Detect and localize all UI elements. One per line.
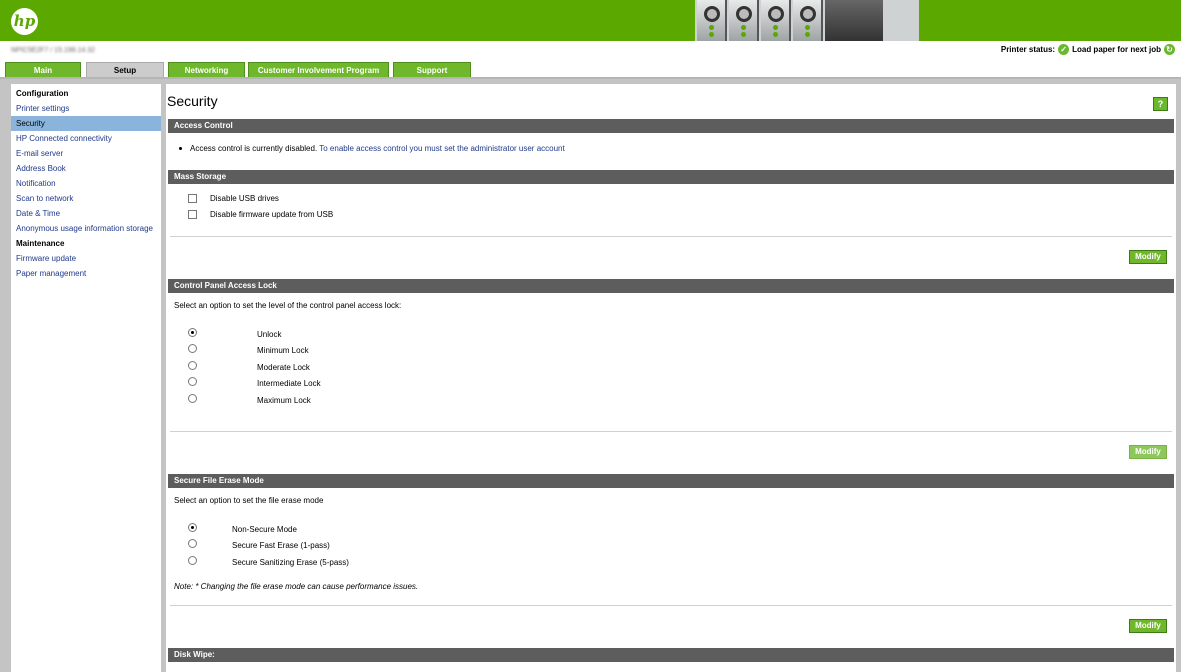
admin-account-link[interactable]: To enable access control you must set th… (319, 144, 564, 153)
sidebar-item-firmware-update[interactable]: Firmware update (11, 251, 161, 266)
radio-moderate-lock[interactable] (188, 361, 197, 370)
check-icon: ✓ (1058, 44, 1070, 55)
radio-unlock-label: Unlock (257, 330, 282, 339)
header-bar: hp (0, 0, 1181, 41)
section-panel-lock: Control Panel Access Lock (168, 279, 1174, 293)
mass-storage-modify-button[interactable]: Modify (1129, 250, 1167, 264)
disable-firmware-usb-label: Disable firmware update from USB (210, 210, 334, 219)
radio-secure-sanitizing-label: Secure Sanitizing Erase (5-pass) (232, 558, 349, 567)
refresh-icon[interactable]: ↻ (1164, 44, 1175, 55)
erase-mode-note: Note: * Changing the file erase mode can… (174, 582, 419, 591)
sidebar-item-address-book[interactable]: Address Book (11, 161, 161, 176)
sidebar-heading-configuration: Configuration (16, 89, 69, 98)
sidebar: Configuration Printer settings Security … (11, 84, 161, 672)
divider (170, 431, 1172, 432)
printer-status: Printer status: ✓ Load paper for next jo… (1001, 44, 1175, 55)
radio-moderate-lock-label: Moderate Lock (257, 363, 310, 372)
panel-lock-modify-button[interactable]: Modify (1129, 445, 1167, 459)
radio-non-secure-label: Non-Secure Mode (232, 525, 297, 534)
radio-maximum-lock[interactable] (188, 394, 197, 403)
status-label: Printer status: (1000, 45, 1056, 54)
tab-main[interactable]: Main (5, 62, 81, 78)
sidebar-heading-maintenance: Maintenance (16, 239, 65, 248)
sidebar-item-paper-management[interactable]: Paper management (11, 266, 161, 281)
radio-maximum-lock-label: Maximum Lock (257, 396, 311, 405)
tab-support[interactable]: Support (393, 62, 471, 78)
sidebar-item-hp-connected[interactable]: HP Connected connectivity (11, 131, 161, 146)
disable-usb-label: Disable USB drives (210, 194, 279, 203)
radio-minimum-lock[interactable] (188, 344, 197, 353)
sidebar-item-email-server[interactable]: E-mail server (11, 146, 161, 161)
sidebar-item-usage-storage[interactable]: Anonymous usage information storage (11, 221, 161, 236)
radio-secure-fast-label: Secure Fast Erase (1-pass) (232, 541, 330, 550)
sidebar-item-printer-settings[interactable]: Printer settings (11, 101, 161, 116)
sidebar-item-date-time[interactable]: Date & Time (11, 206, 161, 221)
radio-minimum-lock-label: Minimum Lock (257, 346, 309, 355)
access-control-status: Access control is currently disabled. (190, 144, 318, 153)
radio-secure-fast[interactable] (188, 539, 197, 548)
hp-logo: hp (11, 8, 38, 35)
section-erase-mode: Secure File Erase Mode (168, 474, 1174, 488)
disable-usb-checkbox[interactable] (188, 194, 197, 203)
radio-intermediate-lock[interactable] (188, 377, 197, 386)
sidebar-item-notification[interactable]: Notification (11, 176, 161, 191)
sidebar-item-scan-to-network[interactable]: Scan to network (11, 191, 161, 206)
divider (170, 236, 1172, 237)
tab-bar: Main Setup Networking Customer Involveme… (0, 62, 1181, 78)
erase-mode-modify-button[interactable]: Modify (1129, 619, 1167, 633)
radio-unlock[interactable] (188, 328, 197, 337)
printer-image (695, 0, 919, 41)
radio-secure-sanitizing[interactable] (188, 556, 197, 565)
radio-intermediate-lock-label: Intermediate Lock (257, 379, 321, 388)
tab-setup[interactable]: Setup (86, 62, 164, 78)
printer-identity: NPIC5E2F7 / 15.198.14.32 (11, 47, 96, 54)
page-title: Security (167, 93, 218, 109)
tab-networking[interactable]: Networking (168, 62, 245, 78)
sidebar-item-security[interactable]: Security (11, 116, 161, 131)
disable-firmware-usb-checkbox[interactable] (188, 210, 197, 219)
panel-lock-instruction: Select an option to set the level of the… (174, 301, 402, 310)
status-text: Load paper for next job (1072, 45, 1161, 54)
section-access-control: Access Control (168, 119, 1174, 133)
section-mass-storage: Mass Storage (168, 170, 1174, 184)
divider (170, 605, 1172, 606)
tab-customer-involvement[interactable]: Customer Involvement Program (248, 62, 389, 78)
erase-mode-instruction: Select an option to set the file erase m… (174, 496, 324, 505)
access-control-notice: Access control is currently disabled. To… (190, 144, 565, 153)
bullet-icon (179, 147, 182, 150)
main-content: Security ? Access Control Access control… (166, 84, 1176, 672)
help-button[interactable]: ? (1153, 97, 1168, 111)
section-disk-wipe: Disk Wipe: (168, 648, 1174, 662)
radio-non-secure[interactable] (188, 523, 197, 532)
